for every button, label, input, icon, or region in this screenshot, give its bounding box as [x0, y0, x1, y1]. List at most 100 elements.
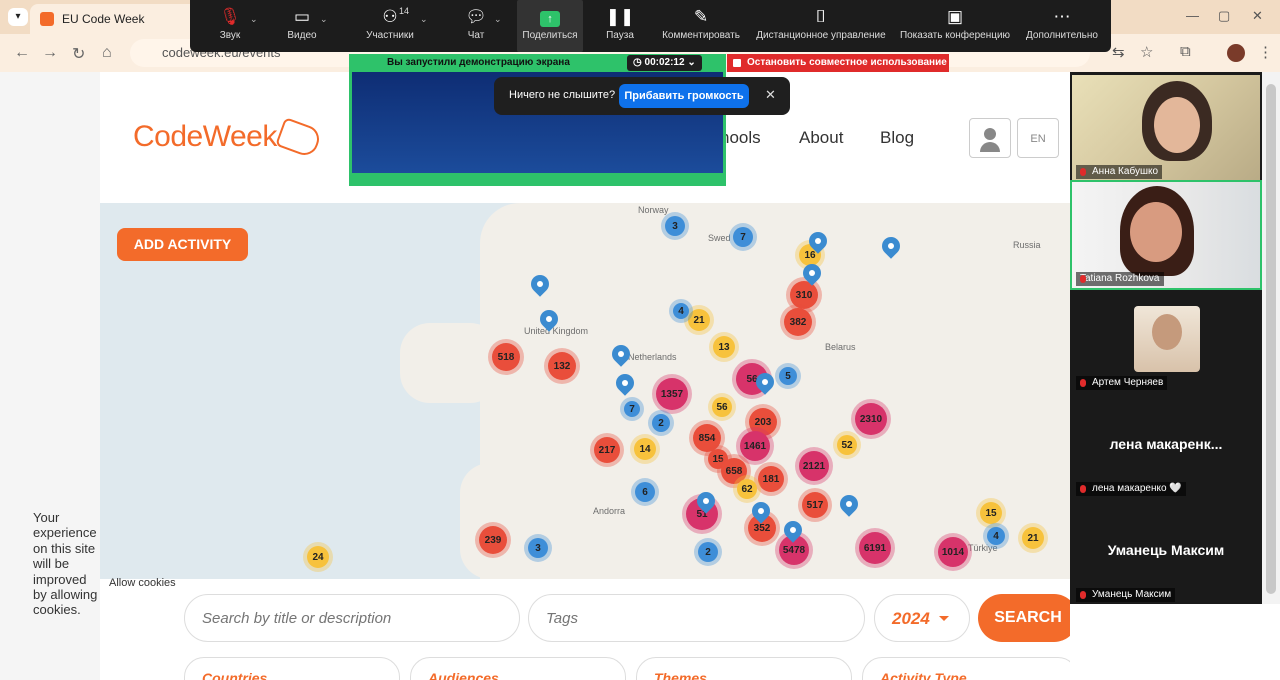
menu-item-blog[interactable]: Blog	[880, 128, 914, 148]
map-cluster[interactable]: 13	[713, 336, 735, 358]
map-label: Belarus	[825, 342, 856, 352]
minimize-icon[interactable]: —	[1186, 8, 1199, 23]
language-button[interactable]: EN	[1017, 118, 1059, 158]
map-cluster[interactable]: 21	[1022, 527, 1044, 549]
filter-activity-type[interactable]: Activity Type	[862, 657, 1078, 680]
zoom-remote-control-button[interactable]: ⌷ Дистанционное управление	[752, 0, 890, 52]
participant-tile-active-speaker[interactable]: Tatiana Rozhkova	[1070, 180, 1262, 290]
window-icon: ▣	[946, 7, 964, 26]
map-cluster[interactable]: 21	[688, 309, 710, 331]
zoom-share-button[interactable]: ↑ Поделиться	[517, 0, 583, 52]
map-label: United Kingdom	[524, 326, 589, 336]
participant-name: Tatiana Rozhkova	[1076, 272, 1164, 286]
zoom-show-meeting-button[interactable]: ▣ Показать конференцию	[896, 0, 1014, 52]
map-cluster[interactable]: 56	[712, 397, 732, 417]
map-cluster[interactable]: 239	[479, 526, 507, 554]
map-cluster[interactable]: 517	[802, 492, 828, 518]
map-cluster[interactable]: 181	[758, 466, 784, 492]
filter-themes[interactable]: Themes	[636, 657, 852, 680]
allow-cookies-link[interactable]: Allow cookies	[109, 577, 176, 589]
zoom-audio-button[interactable]: 🎙︎ Звук ⌄	[194, 0, 266, 52]
home-icon[interactable]: ⌂	[102, 44, 112, 62]
preview-collapse-handle[interactable]	[352, 173, 723, 183]
participants-scrollbar[interactable]	[1262, 72, 1280, 604]
events-map[interactable]: Norway Swed Russia United Kingdom Nether…	[100, 203, 1070, 579]
tags-input[interactable]	[528, 594, 865, 642]
profile-avatar[interactable]	[1227, 44, 1245, 62]
map-cluster[interactable]: 24	[307, 546, 329, 568]
participant-tile[interactable]: Артем Черняев	[1072, 292, 1260, 392]
close-window-icon[interactable]: ✕	[1252, 8, 1263, 24]
stop-icon	[733, 59, 741, 67]
map-cluster[interactable]: 4	[987, 527, 1005, 545]
chevron-down-icon[interactable]: ⌄	[420, 14, 428, 25]
map-cluster[interactable]: 52	[837, 435, 857, 455]
zoom-participants-button[interactable]: ⚇ Участники 14 ⌄	[350, 0, 430, 52]
zoom-chat-button[interactable]: 💬︎ Чат ⌄	[446, 0, 506, 52]
map-cluster[interactable]: 2	[698, 542, 718, 562]
zoom-annotate-button[interactable]: ✎ Комментировать	[656, 0, 746, 52]
map-cluster[interactable]: 6	[635, 482, 655, 502]
reload-icon[interactable]: ↻	[72, 44, 85, 64]
translate-icon[interactable]: ⇆	[1112, 43, 1125, 61]
map-cluster[interactable]: 7	[624, 401, 640, 417]
menu-item-about[interactable]: About	[799, 128, 843, 148]
map-cluster[interactable]: 6191	[859, 532, 891, 564]
participant-tile[interactable]: Анна Кабушко	[1072, 75, 1260, 181]
tab-search-icon[interactable]: ▾	[8, 8, 28, 26]
zoom-video-button[interactable]: ▭ Видео ⌄	[266, 0, 338, 52]
browser-tab[interactable]: EU Code Week	[30, 4, 200, 34]
search-button[interactable]: SEARCH	[978, 594, 1078, 642]
map-cluster[interactable]: 1357	[656, 378, 688, 410]
user-account-button[interactable]	[969, 118, 1011, 158]
year-select[interactable]: 2024	[874, 594, 970, 642]
map-cluster[interactable]: 3	[665, 216, 685, 236]
map-cluster[interactable]: 3	[528, 538, 548, 558]
map-cluster[interactable]: 1014	[938, 537, 968, 567]
stop-share-button[interactable]: Остановить совместное использование	[727, 54, 949, 72]
chevron-down-icon[interactable]: ⌄	[250, 14, 258, 25]
scrollbar-thumb[interactable]	[1266, 84, 1276, 594]
back-icon[interactable]: ←	[14, 44, 30, 62]
participant-tile[interactable]: лена макаренк... лена макаренко 🤍	[1072, 394, 1260, 498]
map-cluster[interactable]: 62	[737, 479, 757, 499]
map-cluster[interactable]: 1461	[740, 431, 770, 461]
codeweek-logo[interactable]: CodeWeek	[133, 117, 323, 160]
chevron-down-icon[interactable]: ⌄	[320, 14, 328, 25]
map-cluster[interactable]: 518	[492, 343, 520, 371]
forward-icon[interactable]: →	[42, 44, 58, 62]
extensions-icon[interactable]: ⧉	[1180, 43, 1191, 60]
map-cluster[interactable]: 310	[790, 281, 818, 309]
increase-volume-button[interactable]: Прибавить громкость	[619, 84, 749, 108]
map-cluster[interactable]: 15	[980, 502, 1002, 524]
map-cluster[interactable]: 2310	[855, 403, 887, 435]
map-cluster[interactable]: 217	[594, 437, 620, 463]
zoom-more-button[interactable]: ⋯ Дополнительно	[1020, 0, 1104, 52]
map-cluster[interactable]: 4	[673, 303, 689, 319]
menu-item-schools[interactable]: hools	[720, 128, 761, 148]
map-cluster[interactable]: 382	[784, 308, 812, 336]
chevron-down-icon[interactable]: ⌄	[494, 14, 502, 25]
filter-countries[interactable]: Countries	[184, 657, 400, 680]
map-cluster[interactable]: 2	[652, 414, 670, 432]
maximize-icon[interactable]: ▢	[1218, 8, 1230, 24]
browser-menu-icon[interactable]: ⋮	[1258, 43, 1273, 61]
zoom-pause-button[interactable]: ❚❚ Пауза	[590, 0, 650, 52]
participant-face-skin	[1130, 202, 1182, 262]
map-cluster[interactable]: 5	[779, 367, 797, 385]
close-icon[interactable]: ✕	[765, 87, 776, 103]
map-cluster[interactable]: 854	[693, 424, 721, 452]
tab-title: EU Code Week	[62, 12, 145, 26]
map-cluster[interactable]: 7	[733, 227, 753, 247]
map-cluster[interactable]: 132	[548, 352, 576, 380]
share-timer[interactable]: ◷ 00:02:12 ⌄	[627, 55, 702, 71]
filter-audiences[interactable]: Audiences	[410, 657, 626, 680]
search-title-input[interactable]	[184, 594, 520, 642]
participant-tile[interactable]: Уманець Максим Уманець Максим	[1072, 500, 1260, 604]
map-cluster[interactable]: 2121	[799, 451, 829, 481]
map-cluster[interactable]: 14	[634, 438, 656, 460]
bookmark-star-icon[interactable]: ☆	[1140, 43, 1153, 61]
zoom-pause-label: Пауза	[606, 30, 634, 41]
participants-count-badge: 14	[399, 6, 410, 16]
add-activity-button[interactable]: ADD ACTIVITY	[117, 228, 248, 261]
